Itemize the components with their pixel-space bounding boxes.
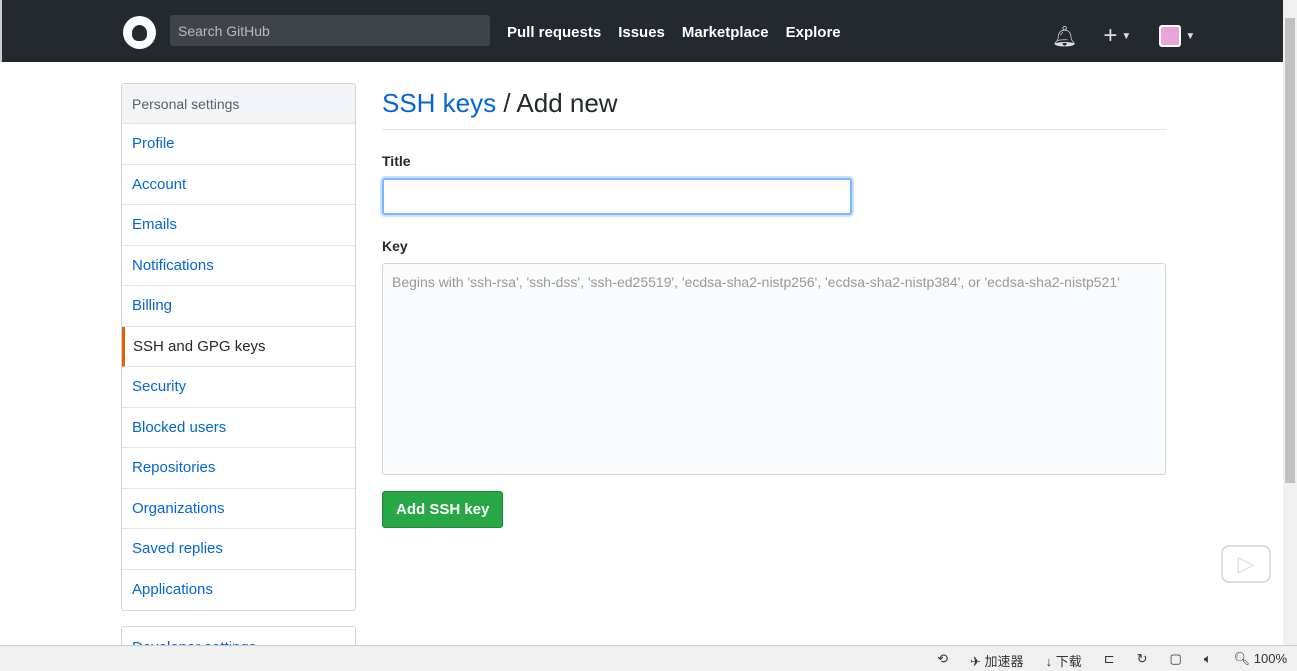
nav-explore[interactable]: Explore bbox=[786, 24, 841, 41]
zoom-level: 100% bbox=[1253, 651, 1287, 666]
sidebar-item-ssh-gpg-keys[interactable]: SSH and GPG keys bbox=[122, 326, 355, 367]
speaker-icon[interactable]: 🔈︎ bbox=[1204, 651, 1212, 670]
settings-sidebar: Personal settings Profile Account Emails… bbox=[121, 83, 356, 611]
title-input[interactable] bbox=[382, 178, 852, 215]
window-icon[interactable]: ▢ bbox=[1170, 651, 1182, 670]
history-icon[interactable]: ⟲ bbox=[937, 651, 948, 670]
sidebar-item-repositories[interactable]: Repositories bbox=[122, 448, 355, 489]
sidebar-item-security[interactable]: Security bbox=[122, 367, 355, 408]
sidebar-heading: Personal settings bbox=[122, 84, 355, 124]
accelerator-label: 加速器 bbox=[984, 654, 1024, 669]
breadcrumb-current: / Add new bbox=[496, 88, 618, 118]
zoom-control[interactable]: 🔍︎ 100% bbox=[1234, 651, 1287, 670]
sidebar-item-emails[interactable]: Emails bbox=[122, 205, 355, 246]
title-label: Title bbox=[382, 153, 411, 169]
search-input[interactable]: Search GitHub bbox=[170, 15, 490, 46]
header: Search GitHub Pull requests Issues Marke… bbox=[0, 0, 1283, 62]
add-ssh-key-button[interactable]: Add SSH key bbox=[382, 491, 504, 528]
avatar[interactable] bbox=[1159, 25, 1182, 47]
sidebar-item-notifications[interactable]: Notifications bbox=[122, 246, 355, 286]
nav-issues[interactable]: Issues bbox=[618, 24, 665, 41]
chevron-down-icon[interactable]: ▼ bbox=[1185, 31, 1195, 42]
sidebar-item-blocked-users[interactable]: Blocked users bbox=[122, 408, 355, 448]
header-icons: 🔔︎ + ▼ ▼ bbox=[1052, 22, 1195, 50]
top-nav: Pull requests Issues Marketplace Explore bbox=[507, 24, 841, 41]
accelerator-button[interactable]: ✈ 加速器 bbox=[970, 651, 1024, 670]
screenshot-icon[interactable]: ⊏ bbox=[1104, 651, 1115, 670]
breadcrumb-ssh-keys-link[interactable]: SSH keys bbox=[382, 88, 496, 118]
github-logo-icon[interactable] bbox=[123, 16, 156, 49]
sidebar-item-account[interactable]: Account bbox=[122, 165, 355, 205]
bell-icon[interactable]: 🔔︎ bbox=[1052, 24, 1077, 49]
key-textarea[interactable]: Begins with 'ssh-rsa', 'ssh-dss', 'ssh-e… bbox=[382, 263, 1166, 475]
scrollbar-thumb[interactable] bbox=[1285, 18, 1295, 483]
nav-pull-requests[interactable]: Pull requests bbox=[507, 24, 601, 41]
download-button[interactable]: ↓ 下载 bbox=[1046, 651, 1082, 670]
download-label: 下载 bbox=[1055, 654, 1082, 669]
page-title: SSH keys / Add new bbox=[382, 88, 1166, 130]
chevron-down-icon[interactable]: ▼ bbox=[1121, 31, 1131, 42]
sidebar-item-billing[interactable]: Billing bbox=[122, 286, 355, 327]
sidebar-item-applications[interactable]: Applications bbox=[122, 570, 355, 611]
refresh-icon[interactable]: ↻ bbox=[1137, 651, 1148, 670]
scrollbar[interactable] bbox=[1283, 0, 1297, 645]
plus-icon[interactable]: + bbox=[1103, 22, 1117, 50]
play-icon[interactable]: ▷ bbox=[1221, 545, 1271, 583]
nav-marketplace[interactable]: Marketplace bbox=[682, 24, 769, 41]
key-label: Key bbox=[382, 238, 408, 254]
browser-status-bar: ⟲ ✈ 加速器 ↓ 下载 ⊏ ↻ ▢ 🔈︎ 🔍︎ 100% bbox=[0, 645, 1297, 671]
sidebar-item-profile[interactable]: Profile bbox=[122, 124, 355, 165]
main-content: SSH keys / Add new Title Key Begins with… bbox=[382, 88, 1166, 528]
sidebar-item-organizations[interactable]: Organizations bbox=[122, 489, 355, 529]
sidebar-item-saved-replies[interactable]: Saved replies bbox=[122, 529, 355, 570]
